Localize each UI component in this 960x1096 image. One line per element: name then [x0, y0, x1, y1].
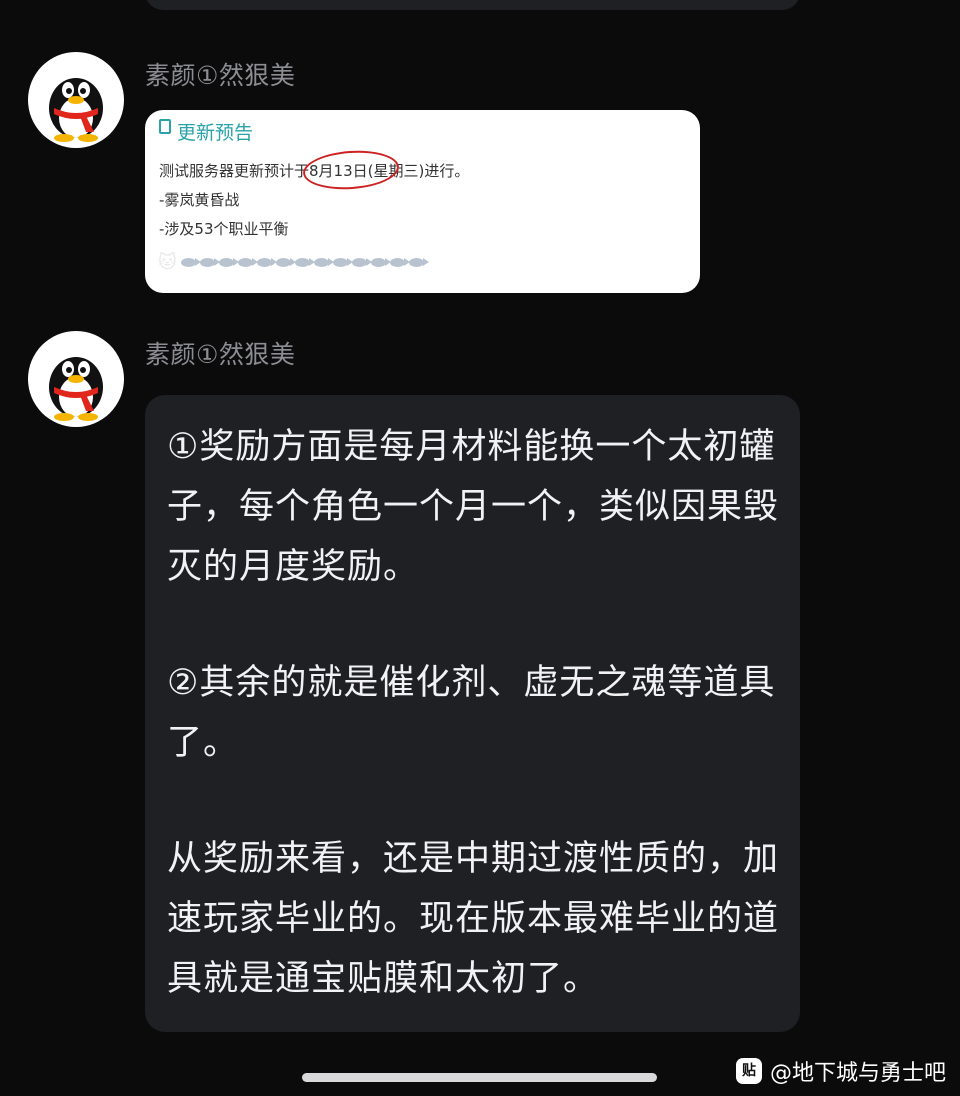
fish-icon	[256, 258, 277, 267]
fish-icon	[237, 258, 258, 267]
fish-icon	[389, 258, 410, 267]
fish-icon	[180, 258, 201, 267]
fish-icon	[408, 258, 429, 267]
message-paragraph: ②其余的就是催化剂、虚无之魂等道具了。	[167, 663, 776, 763]
watermark: 贴 @地下城与勇士吧	[735, 1056, 946, 1086]
card-line: -涉及53个职业平衡	[159, 220, 289, 238]
document-icon	[159, 119, 171, 134]
fish-icon	[332, 258, 353, 267]
avatar[interactable]	[28, 52, 124, 148]
home-indicator[interactable]	[302, 1073, 657, 1082]
cat-emoji-icon: 🐱	[158, 252, 177, 273]
penguin-avatar-icon	[49, 357, 103, 421]
fish-icon	[294, 258, 315, 267]
sender-name[interactable]: 素颜①然狠美	[145, 56, 295, 92]
sender-name[interactable]: 素颜①然狠美	[145, 335, 295, 371]
fish-icon	[218, 258, 239, 267]
highlight-circle	[301, 147, 401, 193]
message-paragraph: ①奖励方面是每月材料能换一个太初罐子，每个角色一个月一个，类似因果毁灭的月度奖励…	[167, 427, 780, 587]
message-paragraph: 从奖励来看，还是中期过渡性质的，加速玩家毕业的。现在版本最难毕业的道具就是通宝贴…	[167, 839, 780, 999]
watermark-text: @地下城与勇士吧	[769, 1061, 946, 1086]
emoji-row: 🐱	[158, 252, 429, 276]
card-line: -雾岚黄昏战	[159, 191, 240, 209]
fish-icon	[275, 258, 296, 267]
previous-message-bubble	[145, 0, 800, 10]
fish-icon	[199, 258, 220, 267]
tieba-logo-icon: 贴	[735, 1058, 762, 1084]
fish-icon	[370, 258, 391, 267]
text-message-bubble[interactable]: ①奖励方面是每月材料能换一个太初罐子，每个角色一个月一个，类似因果毁灭的月度奖励…	[145, 395, 800, 1032]
fish-icon	[313, 258, 334, 267]
avatar[interactable]	[28, 331, 124, 427]
penguin-avatar-icon	[49, 78, 103, 142]
image-attachment[interactable]: 更新预告 测试服务器更新预计于8月13日(星期三)进行。 -雾岚黄昏战 -涉及5…	[145, 110, 700, 293]
card-title: 更新预告	[159, 118, 253, 145]
fish-icon	[351, 258, 372, 267]
